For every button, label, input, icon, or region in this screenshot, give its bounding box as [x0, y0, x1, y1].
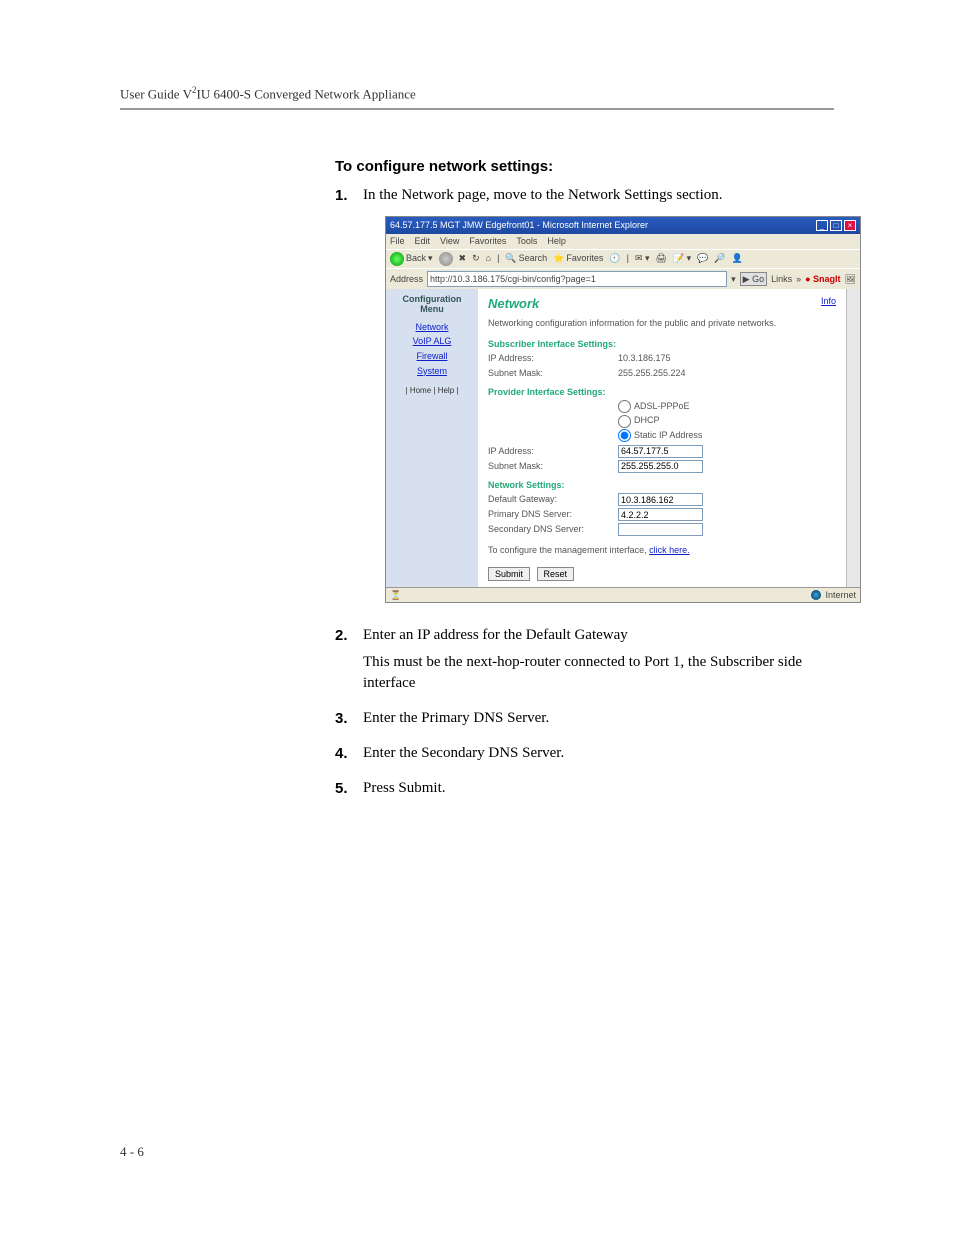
provider-mask-input[interactable]	[618, 460, 703, 473]
management-interface-text: To configure the management interface, c…	[488, 544, 836, 557]
default-gateway-input[interactable]	[618, 493, 703, 506]
click-here-link[interactable]: click here.	[649, 545, 690, 555]
edit-icon[interactable]: 📝 ▾	[673, 252, 691, 265]
menu-tools[interactable]: Tools	[516, 235, 537, 248]
running-header: User Guide V2IU 6400-S Converged Network…	[120, 85, 834, 110]
step-text: Enter the Primary DNS Server.	[363, 708, 834, 729]
browser-screenshot: 64.57.177.5 MGT JMW Edgefront01 - Micros…	[385, 216, 861, 603]
secondary-dns-input[interactable]	[618, 523, 703, 536]
page-heading: Network	[488, 296, 539, 311]
address-input[interactable]: http://10.3.186.175/cgi-bin/config?page=…	[427, 271, 727, 288]
address-dropdown-icon[interactable]: ▾	[731, 273, 736, 286]
snagit-button[interactable]: ● SnagIt	[805, 273, 840, 286]
info-link[interactable]: Info	[821, 295, 836, 308]
globe-icon	[811, 590, 821, 600]
network-settings-heading: Network Settings:	[488, 479, 836, 492]
sidebar-title-2: Menu	[420, 304, 444, 314]
sidebar-item-network[interactable]: Network	[390, 321, 474, 334]
menu-favorites[interactable]: Favorites	[469, 235, 506, 248]
subscriber-ip-value: 10.3.186.175	[618, 352, 671, 365]
radio-dhcp[interactable]: DHCP	[618, 414, 702, 427]
window-titlebar: 64.57.177.5 MGT JMW Edgefront01 - Micros…	[386, 217, 860, 234]
minimize-icon[interactable]: _	[816, 220, 828, 231]
mail-icon[interactable]: ✉ ▾	[635, 252, 650, 265]
section-title: To configure network settings:	[335, 158, 834, 175]
primary-dns-label: Primary DNS Server:	[488, 508, 618, 521]
menu-view[interactable]: View	[440, 235, 459, 248]
step-text: Enter the Secondary DNS Server.	[363, 743, 834, 764]
step-text: Enter an IP address for the Default Gate…	[363, 625, 834, 646]
window-title: 64.57.177.5 MGT JMW Edgefront01 - Micros…	[390, 219, 648, 232]
secondary-dns-label: Secondary DNS Server:	[488, 523, 618, 536]
page-number: 4 - 6	[120, 1144, 144, 1160]
status-left: ⏳	[390, 589, 401, 602]
discuss-icon[interactable]: 💬	[697, 252, 708, 265]
sidebar-item-system[interactable]: System	[390, 365, 474, 378]
links-label: Links	[771, 273, 792, 286]
messenger-icon[interactable]: 👤	[732, 252, 743, 265]
step-note: This must be the next-hop-router connect…	[363, 652, 834, 694]
step-text: In the Network page, move to the Network…	[363, 185, 861, 206]
config-main: Network Info Networking configuration in…	[478, 289, 846, 587]
page-description: Networking configuration information for…	[488, 317, 836, 330]
forward-button[interactable]	[439, 252, 453, 266]
primary-dns-input[interactable]	[618, 508, 703, 521]
browser-statusbar: ⏳ Internet	[386, 587, 860, 603]
snagit-dropdown-icon[interactable]: 🖼	[845, 273, 856, 286]
print-icon[interactable]: 🖨	[656, 252, 667, 265]
browser-menubar: File Edit View Favorites Tools Help	[386, 234, 860, 249]
scrollbar[interactable]	[846, 289, 860, 587]
address-label: Address	[390, 273, 423, 286]
sidebar-item-firewall[interactable]: Firewall	[390, 350, 474, 363]
menu-file[interactable]: File	[390, 235, 405, 248]
research-icon[interactable]: 🔎	[714, 252, 725, 265]
browser-toolbar: Back ▾ ✖ ↻ ⌂ | 🔍 Search ⭐ Favorites 🕘 | …	[386, 249, 860, 268]
back-button[interactable]: Back ▾	[390, 252, 433, 266]
sidebar-item-voip-alg[interactable]: VoIP ALG	[390, 335, 474, 348]
close-icon[interactable]: ×	[844, 220, 856, 231]
step-number: 3.	[335, 708, 363, 735]
subnet-mask-label: Subnet Mask:	[488, 460, 618, 473]
ip-address-label: IP Address:	[488, 352, 618, 365]
status-zone: Internet	[825, 589, 856, 602]
search-button[interactable]: 🔍 Search	[505, 252, 547, 265]
maximize-icon[interactable]: □	[830, 220, 842, 231]
menu-help[interactable]: Help	[547, 235, 566, 248]
favorites-button[interactable]: ⭐ Favorites	[553, 252, 603, 265]
refresh-icon[interactable]: ↻	[472, 252, 480, 265]
address-bar-row: Address http://10.3.186.175/cgi-bin/conf…	[386, 268, 860, 290]
step-number: 4.	[335, 743, 363, 770]
subnet-mask-label: Subnet Mask:	[488, 367, 618, 380]
stop-icon[interactable]: ✖	[459, 252, 467, 265]
sidebar-home-help[interactable]: | Home | Help |	[390, 385, 474, 396]
step-text: Press Submit.	[363, 778, 834, 799]
provider-heading: Provider Interface Settings:	[488, 386, 836, 399]
radio-adsl[interactable]: ADSL-PPPoE	[618, 400, 702, 413]
submit-button[interactable]: Submit	[488, 567, 530, 581]
subscriber-heading: Subscriber Interface Settings:	[488, 338, 836, 351]
history-icon[interactable]: 🕘	[609, 252, 620, 265]
step-number: 1.	[335, 185, 363, 617]
radio-static[interactable]: Static IP Address	[618, 429, 702, 442]
step-number: 2.	[335, 625, 363, 700]
menu-edit[interactable]: Edit	[415, 235, 431, 248]
ip-address-label: IP Address:	[488, 445, 618, 458]
home-icon[interactable]: ⌂	[486, 252, 491, 265]
provider-ip-input[interactable]	[618, 445, 703, 458]
default-gateway-label: Default Gateway:	[488, 493, 618, 506]
subscriber-mask-value: 255.255.255.224	[618, 367, 686, 380]
config-sidebar: Configuration Menu Network VoIP ALG Fire…	[386, 289, 478, 587]
sidebar-title-1: Configuration	[403, 294, 462, 304]
reset-button[interactable]: Reset	[537, 567, 575, 581]
go-button[interactable]: ▶ Go	[740, 272, 767, 287]
step-number: 5.	[335, 778, 363, 805]
